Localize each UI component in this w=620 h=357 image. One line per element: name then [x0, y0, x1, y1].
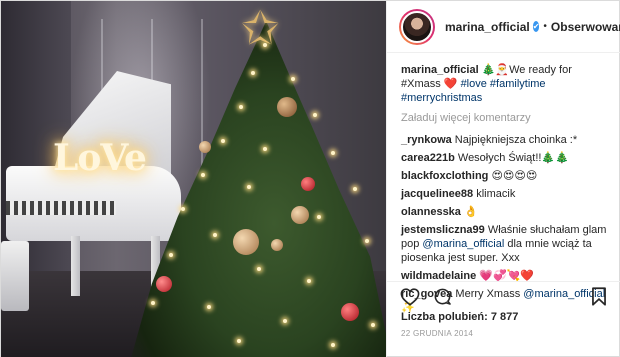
fairy-light [239, 105, 243, 109]
avatar[interactable] [399, 8, 435, 45]
save-button[interactable] [588, 286, 610, 308]
fairy-light [263, 147, 267, 151]
header-username[interactable]: marina_official [445, 20, 530, 34]
fairy-light [283, 319, 287, 323]
heart-icon [400, 287, 420, 306]
post-caption: marina_official 🎄🎅We ready for #Xmass ❤️… [401, 63, 613, 105]
fairy-light [353, 187, 357, 191]
ornament [291, 206, 309, 224]
comment-item: jacquelinee88 klimacik [401, 187, 613, 201]
fairy-light [313, 113, 317, 117]
comment-text: Wesołych Świąt!!🎄🎄 [454, 152, 569, 164]
comment-username[interactable]: _rynkowa [401, 134, 452, 146]
action-bar [387, 281, 620, 311]
fairy-light [291, 77, 295, 81]
fairy-light [331, 343, 335, 347]
comment-username[interactable]: jestemsliczna99 [401, 224, 485, 236]
comment-item: olannesska 👌 [401, 205, 613, 219]
love-sign: LoVe [53, 137, 147, 179]
comment-item: blackfoxclothing 😍😍😍😍 [401, 169, 613, 183]
fairy-light [169, 253, 173, 257]
comment-item: carea221b Wesołych Świąt!!🎄🎄 [401, 151, 613, 165]
ornament [301, 177, 315, 191]
fairy-light [181, 207, 185, 211]
post-header: marina_official ✔ • Obserwowanie [387, 1, 620, 53]
comment-icon [434, 288, 451, 305]
ornament [156, 276, 172, 292]
fairy-light [317, 215, 321, 219]
comment-item: _rynkowa Najpiękniejsza choinka :* [401, 133, 613, 147]
comment-username[interactable]: jacquelinee88 [401, 188, 473, 200]
ornament [199, 141, 211, 153]
comment-item: jestemsliczna99 Właśnie słuchałam glam p… [401, 223, 613, 265]
ornament [233, 229, 259, 255]
comment-username[interactable]: blackfoxclothing [401, 170, 488, 182]
piano-keys [6, 201, 116, 215]
fairy-light [371, 323, 375, 327]
bookmark-icon [592, 287, 606, 306]
fairy-light [331, 151, 335, 155]
fairy-light [263, 43, 267, 47]
like-button[interactable] [399, 286, 421, 308]
piano-leg [71, 236, 80, 296]
fairy-light [247, 185, 251, 189]
piano-bench [1, 241, 29, 311]
load-more-comments-link[interactable]: Załaduj więcej komentarzy [401, 111, 613, 125]
tree-star-icon: ✩ [241, 2, 280, 54]
following-button[interactable]: Obserwowanie [551, 20, 620, 34]
fairy-light [257, 267, 261, 271]
fairy-light [213, 233, 217, 237]
verified-badge-icon: ✔ [532, 21, 540, 32]
comment-button[interactable] [431, 286, 453, 308]
likes-count[interactable]: Liczba polubień: 7 877 [401, 311, 518, 323]
post-date[interactable]: 22 GRUDNIA 2014 [401, 329, 473, 338]
fairy-light [251, 71, 255, 75]
fairy-light [221, 139, 225, 143]
fairy-light [237, 339, 241, 343]
fairy-light [207, 305, 211, 309]
comment-text: Najpiękniejsza choinka :* [451, 134, 578, 146]
fairy-light [201, 173, 205, 177]
comment-text: 😍😍😍😍 [488, 170, 538, 182]
avatar-image [401, 10, 433, 43]
ornament [271, 239, 283, 251]
comment-mention[interactable]: @marina_official [422, 238, 504, 250]
comment-username[interactable]: olannesska [401, 206, 461, 218]
post-photo[interactable]: LoVe ✩ [1, 1, 386, 357]
fairy-light [151, 301, 155, 305]
comment-text: klimacik [473, 188, 516, 200]
instagram-post: LoVe ✩ marina_official ✔ • Obserwowa mar… [0, 0, 620, 357]
fairy-light [307, 279, 311, 283]
caption-username[interactable]: marina_official [401, 64, 479, 76]
ornament [277, 97, 297, 117]
header-separator: • [543, 21, 547, 32]
ornament [341, 303, 359, 321]
post-side-panel: marina_official ✔ • Obserwowanie marina_… [386, 1, 620, 357]
fairy-light [365, 239, 369, 243]
comment-username[interactable]: carea221b [401, 152, 455, 164]
comment-text: 👌 [460, 206, 478, 218]
